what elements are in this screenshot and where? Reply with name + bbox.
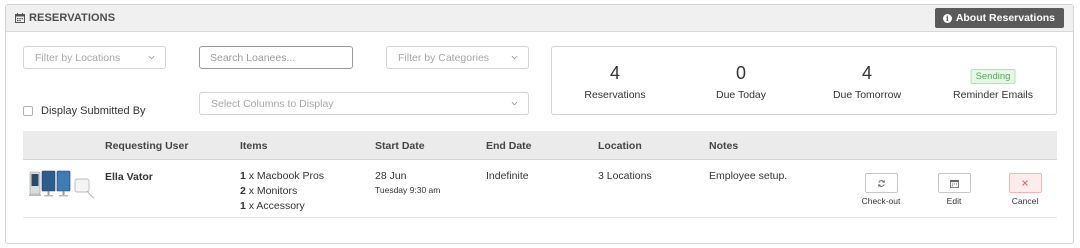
item-name: x Monitors <box>245 185 298 197</box>
select-columns-placeholder: Select Columns to Display <box>211 97 334 110</box>
panel-header: RESERVATIONS i About Reservations <box>6 5 1073 32</box>
calendar-icon <box>15 13 25 23</box>
location[interactable]: 3 Locations <box>598 170 652 182</box>
column-header[interactable]: Start Date <box>375 140 425 152</box>
list-item: 2 x Monitors <box>240 185 324 200</box>
start-date: 28 Jun Tuesday 9:30 am <box>375 170 440 195</box>
chevron-down-icon <box>511 101 518 106</box>
cancel-action[interactable]: Cancel <box>1005 173 1045 206</box>
edit-action[interactable]: Edit <box>934 173 974 206</box>
requesting-user[interactable]: Ella Vator <box>105 171 153 183</box>
panel-title-text: RESERVATIONS <box>29 12 116 24</box>
filter-categories-placeholder: Filter by Categories <box>398 51 490 64</box>
search-loanees-input[interactable]: Search Loanees... <box>199 46 353 69</box>
close-icon <box>1022 180 1028 186</box>
stat-value: 4 <box>861 63 872 83</box>
table-row: Ella Vator 1 x Macbook Pros 2 x Monitors… <box>23 161 1057 218</box>
search-placeholder: Search Loanees... <box>210 51 296 64</box>
item-thumbnails <box>29 170 95 199</box>
list-item: 1 x Accessory <box>240 200 324 215</box>
start-time-value: Tuesday 9:30 am <box>375 185 441 195</box>
stat-label: Reminder Emails <box>953 89 1033 101</box>
cancel-button[interactable] <box>1008 173 1042 193</box>
display-submitted-by-toggle[interactable]: Display Submitted By <box>23 105 146 117</box>
item-name: x Accessory <box>245 200 305 212</box>
chevron-down-icon <box>511 55 518 60</box>
column-header[interactable]: Requesting User <box>105 140 188 152</box>
cancel-label: Cancel <box>1011 196 1039 206</box>
column-header[interactable]: Notes <box>709 140 738 152</box>
about-button-label: About Reservations <box>955 12 1055 24</box>
notes: Employee setup. <box>709 170 788 182</box>
edit-button[interactable] <box>937 173 971 193</box>
stat-label: Due Tomorrow <box>832 89 902 101</box>
select-columns-select[interactable]: Select Columns to Display <box>199 92 529 115</box>
refresh-icon <box>877 179 885 187</box>
stat-value: 4 <box>609 63 620 83</box>
stats-summary: 4 Reservations 0 Due Today 4 Due Tomorro… <box>551 46 1057 115</box>
edit-label: Edit <box>946 196 962 206</box>
items-list: 1 x Macbook Pros 2 x Monitors 1 x Access… <box>240 170 324 215</box>
item-name: x Macbook Pros <box>245 170 325 182</box>
about-reservations-button[interactable]: i About Reservations <box>934 8 1064 28</box>
stat-label: Due Today <box>715 89 766 101</box>
checkout-button[interactable] <box>864 173 898 193</box>
calendar-icon <box>949 179 959 188</box>
checkout-label: Check-out <box>861 196 901 206</box>
column-header[interactable]: End Date <box>486 140 532 152</box>
stat-value: 0 <box>735 63 746 83</box>
column-header[interactable]: Items <box>240 140 267 152</box>
filter-locations-select[interactable]: Filter by Locations <box>23 46 166 69</box>
stat-label: Reservations <box>584 89 646 101</box>
chevron-down-icon <box>148 55 155 60</box>
checkout-action[interactable]: Check-out <box>861 173 901 206</box>
start-date-value: 28 Jun <box>375 170 407 182</box>
filter-locations-placeholder: Filter by Locations <box>35 51 121 64</box>
status-badge: Sending <box>970 69 1016 84</box>
list-item: 1 x Macbook Pros <box>240 170 324 185</box>
panel-title: RESERVATIONS <box>15 12 115 24</box>
column-header[interactable]: Location <box>598 140 642 152</box>
table-header: Requesting User Items Start Date End Dat… <box>23 131 1057 160</box>
display-submitted-by-checkbox[interactable] <box>23 106 33 116</box>
end-date: Indefinite <box>486 170 529 182</box>
filter-categories-select[interactable]: Filter by Categories <box>386 46 529 69</box>
info-icon: i <box>942 13 952 23</box>
display-submitted-by-label: Display Submitted By <box>41 105 146 117</box>
